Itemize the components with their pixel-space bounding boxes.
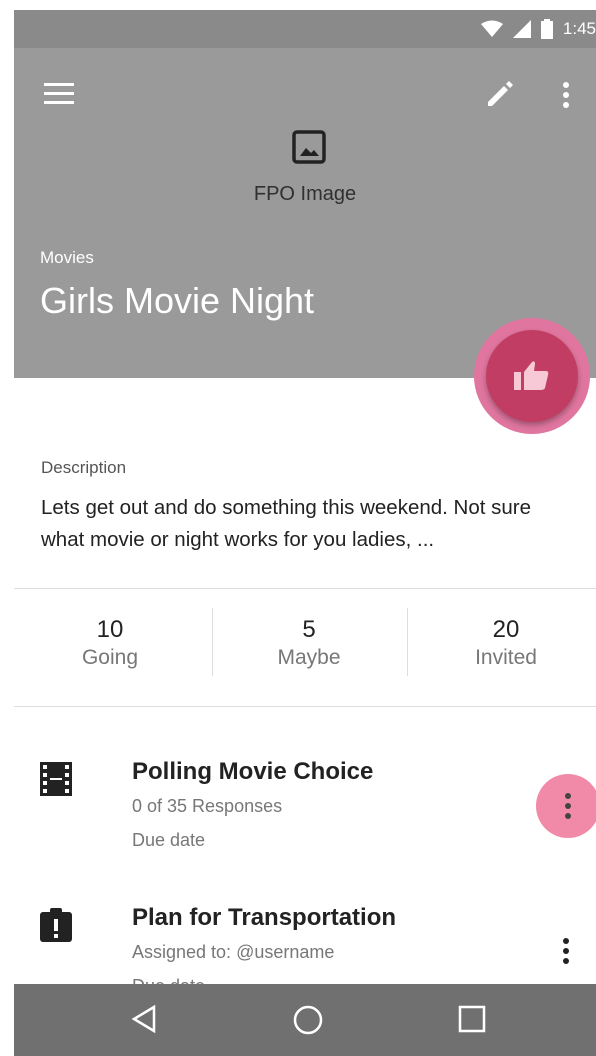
task-more-button[interactable] (536, 774, 596, 838)
task-more-button[interactable] (554, 934, 578, 968)
event-category: Movies (40, 248, 94, 267)
stat-value: 10 (96, 616, 124, 643)
status-time: 1:45 (562, 19, 596, 38)
recents-icon[interactable] (458, 1004, 486, 1034)
event-title: Girls Movie Night (40, 280, 315, 321)
image-placeholder-label: FPO Image (253, 183, 357, 205)
back-icon[interactable] (130, 1004, 158, 1034)
edit-icon (488, 81, 513, 106)
edit-button[interactable] (484, 78, 516, 110)
task-subtitle: 0 of 35 Responses (132, 796, 283, 816)
clipboard-alert-icon (40, 908, 72, 942)
stat-value: 5 (302, 616, 316, 643)
description-text: Lets get out and do something this weeke… (41, 496, 532, 551)
stat-divider (212, 608, 213, 676)
task-title: Plan for Transportation (132, 904, 397, 931)
stat-invited[interactable]: 20 Invited (426, 616, 586, 672)
stat-label: Invited (475, 646, 537, 669)
stat-label: Maybe (277, 646, 341, 669)
stat-label: Going (81, 646, 139, 669)
stat-value: 20 (492, 616, 520, 643)
task-subtitle: Assigned to: @username (132, 942, 335, 962)
signal-icon (512, 20, 531, 38)
more-vert-icon (563, 82, 569, 108)
task-item-transportation[interactable]: Plan for Transportation Assigned to: @us… (14, 896, 596, 996)
description-label: Description (41, 458, 127, 477)
image-placeholder-icon (292, 130, 326, 164)
task-due-date: Due date (132, 830, 206, 850)
thumb-up-icon (514, 361, 549, 390)
task-title: Polling Movie Choice (132, 758, 374, 785)
more-vert-icon (563, 938, 569, 964)
stat-maybe[interactable]: 5 Maybe (229, 616, 389, 672)
status-bar: 1:45 (14, 10, 596, 48)
battery-icon (540, 19, 553, 39)
divider (14, 588, 596, 589)
menu-icon (44, 83, 74, 104)
wifi-icon (480, 20, 503, 37)
stat-going[interactable]: 10 Going (30, 616, 190, 672)
divider (14, 706, 596, 707)
app-screen: 1:45 FPO Image Movies Girls Movie Night … (14, 10, 596, 1056)
status-icons: 1:45 (480, 18, 596, 40)
task-item-polling[interactable]: Polling Movie Choice 0 of 35 Responses D… (14, 750, 596, 860)
more-options-button[interactable] (554, 78, 578, 112)
like-fab-button[interactable] (486, 330, 578, 422)
film-icon (40, 762, 72, 796)
home-icon[interactable] (292, 1004, 324, 1036)
system-nav-bar (14, 984, 596, 1056)
more-vert-icon (565, 793, 571, 819)
menu-button[interactable] (44, 80, 76, 108)
stat-divider (407, 608, 408, 676)
